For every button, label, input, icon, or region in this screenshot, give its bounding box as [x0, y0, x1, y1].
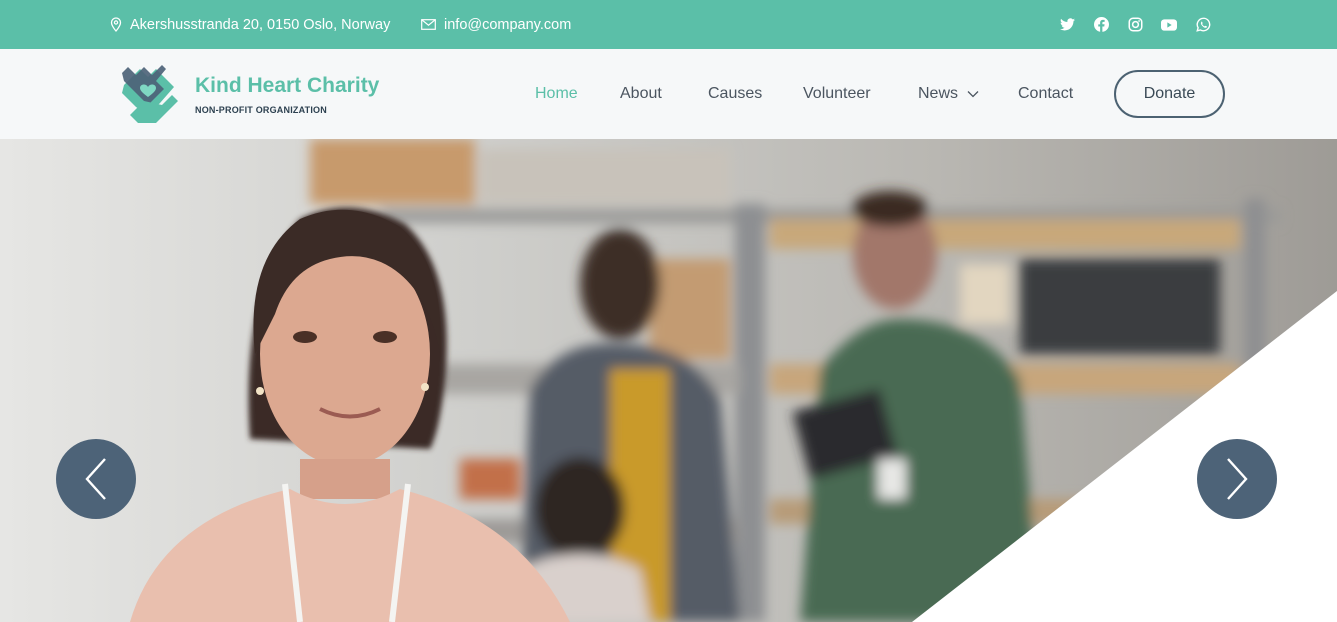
chevron-left-icon [85, 458, 106, 500]
whatsapp-icon[interactable] [1195, 17, 1211, 33]
nav-item-news[interactable]: News [918, 85, 979, 103]
nav-item-home[interactable]: Home [535, 85, 578, 103]
donate-button[interactable]: Donate [1114, 70, 1225, 118]
hero-image [0, 139, 1337, 622]
facebook-icon[interactable] [1093, 17, 1109, 33]
address-text: Akershusstranda 20, 0150 Oslo, Norway [130, 16, 391, 33]
nav-item-contact[interactable]: Contact [1018, 85, 1073, 103]
email-info[interactable]: info@company.com [421, 0, 571, 49]
twitter-icon[interactable] [1059, 17, 1075, 33]
nav-item-volunteer[interactable]: Volunteer [803, 85, 871, 103]
social-links [1059, 0, 1211, 49]
logo-hands-heart-icon[interactable] [118, 63, 180, 125]
brand-name[interactable]: Kind Heart Charity [195, 74, 379, 98]
main-header: Kind Heart Charity NON-PROFIT ORGANIZATI… [0, 49, 1337, 139]
top-bar: Akershusstranda 20, 0150 Oslo, Norway in… [0, 0, 1337, 49]
nav-item-causes[interactable]: Causes [708, 85, 762, 103]
prev-slide-button[interactable] [56, 439, 136, 519]
email-text[interactable]: info@company.com [444, 17, 571, 33]
instagram-icon[interactable] [1127, 17, 1143, 33]
chevron-down-icon [968, 90, 979, 98]
nav-item-about[interactable]: About [620, 85, 662, 103]
brand-tagline: NON-PROFIT ORGANIZATION [195, 105, 327, 115]
youtube-icon[interactable] [1161, 17, 1177, 33]
chevron-right-icon [1227, 458, 1248, 500]
envelope-icon [421, 19, 436, 30]
nav-item-news-label: News [918, 85, 959, 102]
hero-slider [0, 139, 1337, 622]
location-pin-icon [110, 17, 122, 32]
address-info: Akershusstranda 20, 0150 Oslo, Norway [110, 0, 390, 49]
next-slide-button[interactable] [1197, 439, 1277, 519]
